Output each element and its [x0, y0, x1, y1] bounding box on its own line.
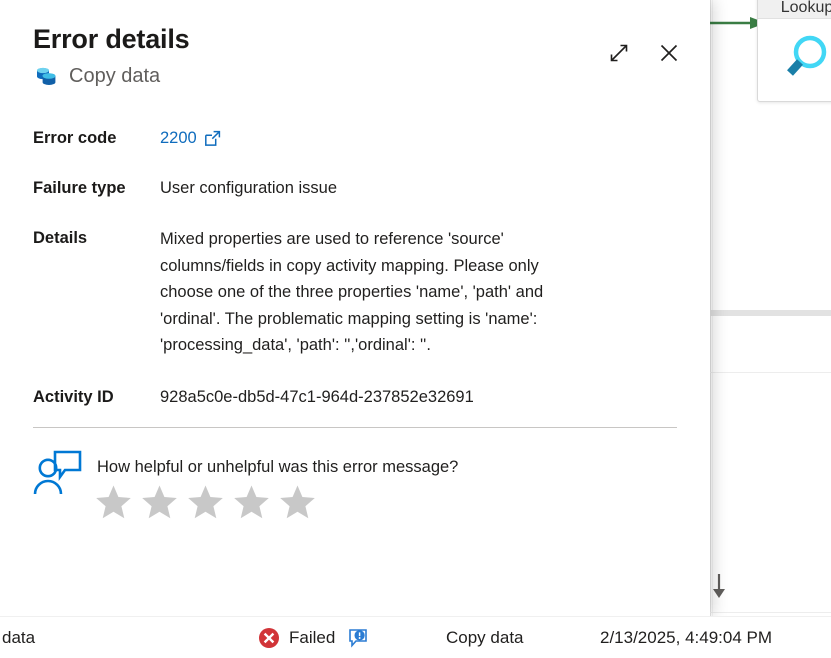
- detail-row-error-code: Error code 2200: [33, 126, 682, 150]
- row-value: 2200: [160, 126, 221, 150]
- table-row-divider: [690, 612, 831, 613]
- page-title: Error details: [33, 24, 190, 54]
- status-activity-name: data: [2, 627, 36, 647]
- error-code-link[interactable]: 2200: [160, 126, 221, 150]
- panel-subtitle-label: Copy data: [69, 65, 161, 87]
- status-timestamp: 2/13/2025, 4:49:04 PM: [600, 627, 773, 647]
- detail-row-activity-id: Activity ID 928a5c0e-db5d-47c1-964d-2378…: [33, 385, 682, 409]
- row-label: Activity ID: [33, 387, 114, 406]
- row-value: 928a5c0e-db5d-47c1-964d-237852e32691: [160, 387, 474, 406]
- feedback-content: How helpful or unhelpful was this error …: [95, 444, 459, 520]
- row-label: Error code: [33, 129, 117, 147]
- pipeline-activity-card-lookup[interactable]: Lookup: [757, 0, 831, 102]
- error-details-screen: Lookup Error details Copy data Error cod…: [0, 0, 831, 658]
- expand-diagonal-icon[interactable]: [600, 34, 638, 72]
- detail-row-details: Details Mixed properties are used to ref…: [33, 226, 682, 359]
- star-icon-4[interactable]: [233, 484, 270, 520]
- external-link-icon: [204, 130, 221, 147]
- panel-header: Error details Copy data: [0, 0, 710, 89]
- star-rating[interactable]: [95, 484, 458, 520]
- table-row-band: [690, 310, 831, 316]
- status-text: Failed: [289, 627, 336, 647]
- comment-alert-icon[interactable]: [348, 628, 368, 648]
- copy-data-icon: [33, 63, 59, 89]
- star-icon-5[interactable]: [279, 484, 316, 520]
- table-row-divider: [690, 372, 831, 373]
- canvas-edge-line: [710, 0, 711, 616]
- row-label: Failure type: [33, 179, 126, 197]
- status-badge: Failed: [258, 627, 368, 649]
- row-label: Details: [33, 229, 88, 247]
- row-value: User configuration issue: [160, 179, 338, 197]
- activity-status-bar: data Failed Copy data 2/13/2025, 4:49:04…: [0, 616, 831, 658]
- feedback-section: How helpful or unhelpful was this error …: [0, 428, 710, 520]
- feedback-prompt: How helpful or unhelpful was this error …: [97, 457, 459, 476]
- error-code-value: 2200: [160, 129, 197, 147]
- magnifier-icon: [758, 19, 831, 97]
- error-details-panel: Error details Copy data Error code 2200 …: [0, 0, 710, 616]
- close-icon[interactable]: [650, 34, 688, 72]
- star-icon-3[interactable]: [187, 484, 224, 520]
- row-value: Mixed properties are used to reference '…: [160, 230, 544, 354]
- person-feedback-icon: [33, 450, 83, 496]
- error-detail-rows: Error code 2200 Failure type User config…: [0, 126, 710, 409]
- canvas-edge-line-soft: [712, 0, 713, 616]
- star-icon-1[interactable]: [95, 484, 132, 520]
- panel-subtitle: Copy data: [33, 63, 682, 89]
- error-circle-x-icon: [258, 627, 280, 649]
- lookup-card-title: Lookup: [758, 0, 831, 19]
- detail-row-failure-type: Failure type User configuration issue: [33, 176, 682, 200]
- panel-header-actions: [600, 34, 688, 72]
- star-icon-2[interactable]: [141, 484, 178, 520]
- status-activity-type: Copy data: [446, 627, 524, 647]
- sort-descending-arrow-icon[interactable]: [708, 572, 730, 600]
